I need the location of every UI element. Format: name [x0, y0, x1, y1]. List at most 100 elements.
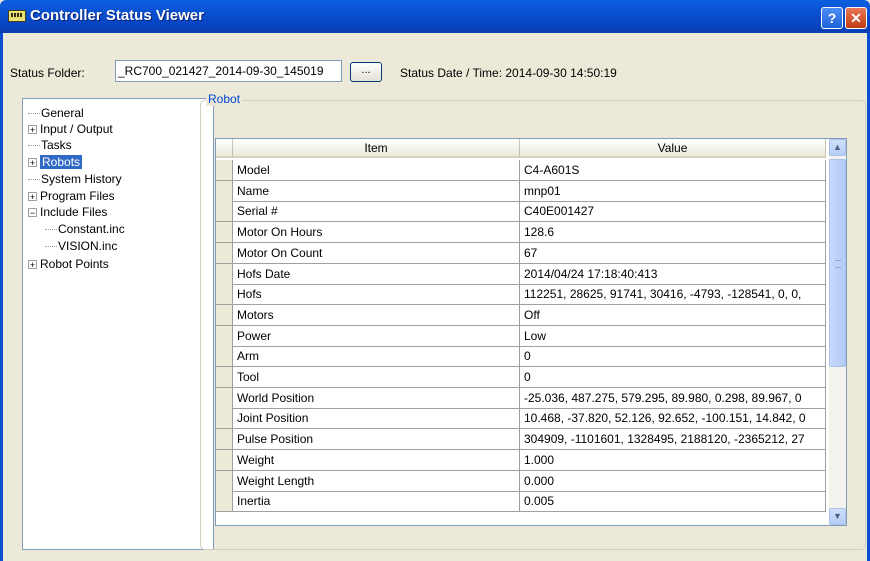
table-row[interactable]: Serial # C40E001427 [216, 201, 826, 223]
window-border-left [0, 33, 3, 561]
tree-item-vision-inc[interactable]: VISION.inc [45, 239, 117, 253]
row-header[interactable] [216, 408, 233, 430]
row-header[interactable] [216, 284, 233, 306]
value-cell[interactable]: mnp01 [520, 180, 826, 202]
item-cell[interactable]: Tool [233, 367, 520, 388]
row-header[interactable] [216, 222, 233, 244]
row-header[interactable] [216, 491, 233, 513]
tree-item-general[interactable]: General [28, 106, 84, 120]
tree-item-label: VISION.inc [58, 239, 118, 253]
help-button[interactable]: ? [821, 7, 843, 29]
item-cell[interactable]: Weight Length [233, 470, 520, 492]
tree-item-constant-inc[interactable]: Constant.inc [45, 222, 125, 236]
item-cell[interactable]: Name [233, 180, 520, 202]
tree-item-tasks[interactable]: Tasks [28, 138, 72, 152]
expand-icon[interactable]: + [28, 125, 37, 135]
item-cell[interactable]: Motors [233, 304, 520, 326]
item-cell[interactable]: Motor On Hours [233, 222, 520, 244]
table-row[interactable]: Joint Position 10.468, -37.820, 52.126, 9… [216, 408, 826, 430]
column-header-item[interactable]: Item [233, 139, 520, 158]
row-header[interactable] [216, 160, 233, 181]
column-header-value[interactable]: Value [520, 139, 826, 158]
table-row[interactable]: Motors Off [216, 304, 826, 326]
value-cell[interactable]: 1.000 [520, 449, 826, 471]
value-cell[interactable]: Low [520, 325, 826, 347]
browse-button[interactable]: ... [350, 62, 382, 82]
scroll-thumb[interactable] [829, 159, 846, 367]
row-header[interactable] [216, 429, 233, 451]
value-cell[interactable]: 0 [520, 346, 826, 368]
item-cell[interactable]: Hofs [233, 284, 520, 306]
value-cell[interactable]: -25.036, 487.275, 579.295, 89.980, 0.298… [520, 387, 826, 409]
table-row[interactable]: Power Low [216, 325, 826, 347]
expand-icon[interactable]: + [28, 260, 37, 270]
table-row[interactable]: Weight 1.000 [216, 449, 826, 471]
item-cell[interactable]: Weight [233, 449, 520, 471]
table-row[interactable]: World Position -25.036, 487.275, 579.295,… [216, 387, 826, 409]
tree-item-input-output[interactable]: + Input / Output [28, 122, 113, 136]
value-cell[interactable]: 0.005 [520, 491, 826, 513]
tree-item-system-history[interactable]: System History [28, 172, 122, 186]
value-cell[interactable]: Off [520, 304, 826, 326]
tree-line-icon [45, 246, 57, 248]
table-row[interactable]: Pulse Position 304909, -1101601, 1328495,… [216, 429, 826, 451]
table-row[interactable]: Motor On Count 67 [216, 242, 826, 264]
item-cell[interactable]: Inertia [233, 491, 520, 513]
table-row[interactable]: Tool 0 [216, 367, 826, 388]
tree-view[interactable]: General + Input / Output Tasks + Robots System… [22, 98, 214, 550]
table-row[interactable]: Hofs Date 2014/04/24 17:18:40:413 [216, 263, 826, 285]
row-header[interactable] [216, 346, 233, 368]
value-cell[interactable]: 304909, -1101601, 1328495, 2188120, -236… [520, 429, 826, 451]
table-row[interactable]: Model C4-A601S [216, 160, 826, 181]
row-header[interactable] [216, 367, 233, 388]
status-folder-field[interactable]: _RC700_021427_2014-09-30_145019 [115, 60, 342, 82]
table-row[interactable]: Arm 0 [216, 346, 826, 368]
item-cell[interactable]: Power [233, 325, 520, 347]
item-cell[interactable]: World Position [233, 387, 520, 409]
title-bar[interactable]: Controller Status Viewer ? ✕ [0, 0, 870, 33]
property-grid[interactable]: Item Value Model C4-A601S Name mnp01 Serial … [215, 138, 847, 526]
value-cell[interactable]: C40E001427 [520, 201, 826, 223]
tree-item-label: Program Files [40, 189, 115, 203]
row-header[interactable] [216, 470, 233, 492]
tree-item-robots[interactable]: + Robots [28, 155, 83, 169]
table-row[interactable]: Weight Length 0.000 [216, 470, 826, 492]
close-button[interactable]: ✕ [845, 7, 867, 29]
value-cell[interactable]: 67 [520, 242, 826, 264]
item-cell[interactable]: Serial # [233, 201, 520, 223]
row-header[interactable] [216, 201, 233, 223]
row-header[interactable] [216, 325, 233, 347]
tree-item-program-files[interactable]: + Program Files [28, 189, 115, 203]
value-cell[interactable]: C4-A601S [520, 160, 826, 181]
collapse-icon[interactable]: − [28, 208, 37, 218]
table-row[interactable]: Inertia 0.005 [216, 491, 826, 513]
table-row[interactable]: Motor On Hours 128.6 [216, 222, 826, 244]
table-row[interactable]: Hofs 112251, 28625, 91741, 30416, -4793, … [216, 284, 826, 306]
item-cell[interactable]: Arm [233, 346, 520, 368]
table-row[interactable]: Name mnp01 [216, 180, 826, 202]
scroll-up-button[interactable]: ▲ [829, 139, 846, 156]
row-header[interactable] [216, 387, 233, 409]
vertical-scrollbar[interactable]: ▲ ▼ [829, 139, 846, 525]
item-cell[interactable]: Model [233, 160, 520, 181]
value-cell[interactable]: 0 [520, 367, 826, 388]
expand-icon[interactable]: + [28, 192, 37, 202]
row-header[interactable] [216, 304, 233, 326]
value-cell[interactable]: 112251, 28625, 91741, 30416, -4793, -128… [520, 284, 826, 306]
row-header[interactable] [216, 180, 233, 202]
value-cell[interactable]: 2014/04/24 17:18:40:413 [520, 263, 826, 285]
row-header[interactable] [216, 242, 233, 264]
tree-item-include-files[interactable]: − Include Files [28, 205, 107, 219]
item-cell[interactable]: Hofs Date [233, 263, 520, 285]
row-header[interactable] [216, 263, 233, 285]
expand-icon[interactable]: + [28, 158, 37, 168]
value-cell[interactable]: 0.000 [520, 470, 826, 492]
item-cell[interactable]: Pulse Position [233, 429, 520, 451]
value-cell[interactable]: 10.468, -37.820, 52.126, 92.652, -100.15… [520, 408, 826, 430]
item-cell[interactable]: Motor On Count [233, 242, 520, 264]
row-header[interactable] [216, 449, 233, 471]
item-cell[interactable]: Joint Position [233, 408, 520, 430]
tree-item-robot-points[interactable]: + Robot Points [28, 257, 109, 271]
scroll-down-button[interactable]: ▼ [829, 508, 846, 525]
value-cell[interactable]: 128.6 [520, 222, 826, 244]
